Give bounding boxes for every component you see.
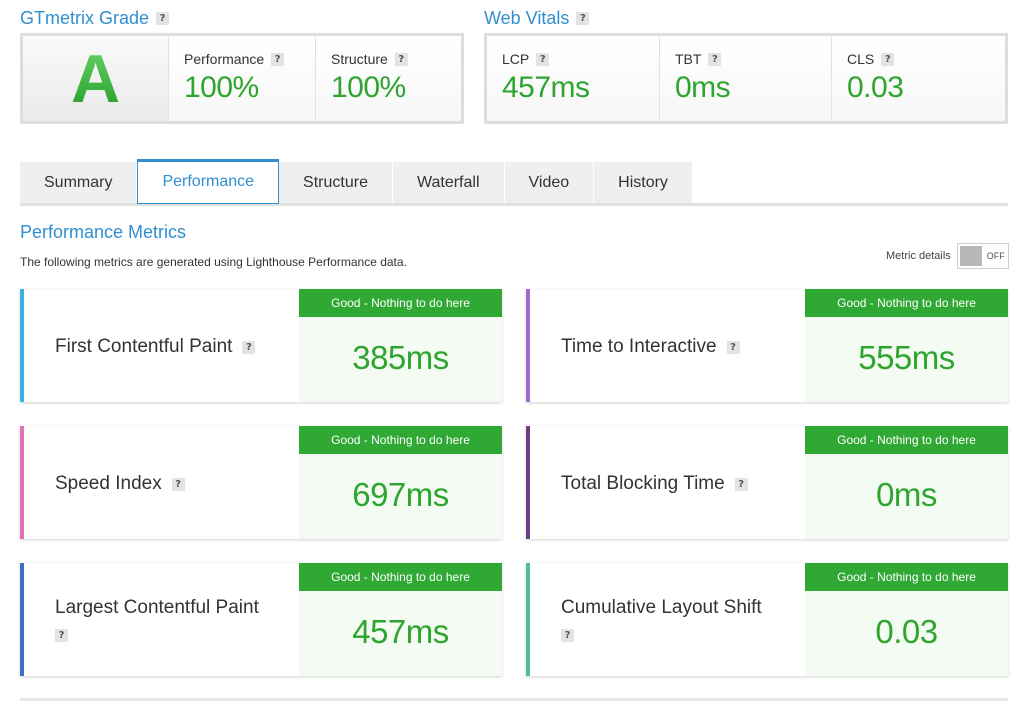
status-badge: Good - Nothing to do here <box>299 426 502 454</box>
performance-metrics-title: Performance Metrics <box>20 222 187 242</box>
help-icon[interactable]: ? <box>156 12 170 25</box>
tab-video[interactable]: Video <box>504 162 595 203</box>
tab-history[interactable]: History <box>594 162 693 203</box>
help-icon[interactable]: ? <box>734 477 748 491</box>
status-badge: Good - Nothing to do here <box>299 563 502 591</box>
metric-details-toggle: Metric details OFF <box>886 243 1009 269</box>
help-icon[interactable]: ? <box>242 340 256 354</box>
tab-summary[interactable]: Summary <box>20 162 138 203</box>
metric-value: 0ms <box>876 476 937 513</box>
web-vitals-panel: LCP ? 457ms TBT ? 0ms CLS ? 0.03 <box>484 33 1008 124</box>
grade-section-title: GTmetrix Grade ? <box>20 8 170 29</box>
help-icon[interactable]: ? <box>881 52 895 66</box>
toggle-label: Metric details <box>886 250 951 262</box>
metric-value: 697ms <box>352 476 449 513</box>
tab-waterfall[interactable]: Waterfall <box>392 162 505 203</box>
metric-card-tbt: Total Blocking Time ? Good - Nothing to … <box>526 426 1008 539</box>
metric-card-tti: Time to Interactive ? Good - Nothing to … <box>526 289 1008 402</box>
metric-name: Total Blocking Time <box>561 473 725 494</box>
metric-card-lcp: Largest Contentful Paint ? Good - Nothin… <box>20 563 502 676</box>
help-icon[interactable]: ? <box>55 629 68 642</box>
web-vitals-title: Web Vitals ? <box>484 8 590 29</box>
help-icon[interactable]: ? <box>394 52 408 66</box>
help-icon[interactable]: ? <box>561 629 574 642</box>
metric-name: Speed Index <box>55 473 162 494</box>
metric-name: Time to Interactive <box>561 336 717 357</box>
help-icon[interactable]: ? <box>271 52 285 66</box>
metric-value: 385ms <box>352 339 449 376</box>
grade-letter: A <box>70 40 121 117</box>
help-icon[interactable]: ? <box>576 12 590 25</box>
metric-value: 457ms <box>352 613 449 650</box>
grade-cell: A <box>23 36 169 121</box>
status-badge: Good - Nothing to do here <box>805 563 1008 591</box>
gtmetrix-report: GTmetrix Grade ? A Performance ? 100% St… <box>0 0 1024 704</box>
help-icon[interactable]: ? <box>708 52 722 66</box>
metric-card-speed-index: Speed Index ? Good - Nothing to do here … <box>20 426 502 539</box>
metric-name: Cumulative Layout Shift <box>561 597 762 618</box>
metric-name: Largest Contentful Paint <box>55 597 259 618</box>
help-icon[interactable]: ? <box>536 52 550 66</box>
help-icon[interactable]: ? <box>171 477 185 491</box>
lcp-vital: LCP ? 457ms <box>487 36 660 121</box>
tab-structure[interactable]: Structure <box>279 162 393 203</box>
cls-vital: CLS ? 0.03 <box>832 36 1005 121</box>
divider <box>20 698 1008 701</box>
toggle-knob <box>959 246 982 266</box>
metric-value: 555ms <box>858 339 955 376</box>
metric-value: 0.03 <box>875 613 938 650</box>
report-tabs: Summary Performance Structure Waterfall … <box>20 159 1008 206</box>
performance-metrics-description: The following metrics are generated usin… <box>20 255 407 269</box>
structure-score: Structure ? 100% <box>316 36 461 121</box>
tab-performance[interactable]: Performance <box>137 159 280 204</box>
tbt-vital: TBT ? 0ms <box>660 36 832 121</box>
toggle-state: OFF <box>986 251 1005 261</box>
metric-card-cls: Cumulative Layout Shift ? Good - Nothing… <box>526 563 1008 676</box>
status-badge: Good - Nothing to do here <box>805 289 1008 317</box>
status-badge: Good - Nothing to do here <box>299 289 502 317</box>
performance-score: Performance ? 100% <box>169 36 316 121</box>
grade-panel: A Performance ? 100% Structure ? 100% <box>20 33 464 124</box>
metric-card-fcp: First Contentful Paint ? Good - Nothing … <box>20 289 502 402</box>
status-badge: Good - Nothing to do here <box>805 426 1008 454</box>
help-icon[interactable]: ? <box>726 340 740 354</box>
toggle-switch[interactable]: OFF <box>956 243 1009 269</box>
metric-name: First Contentful Paint <box>55 336 233 357</box>
